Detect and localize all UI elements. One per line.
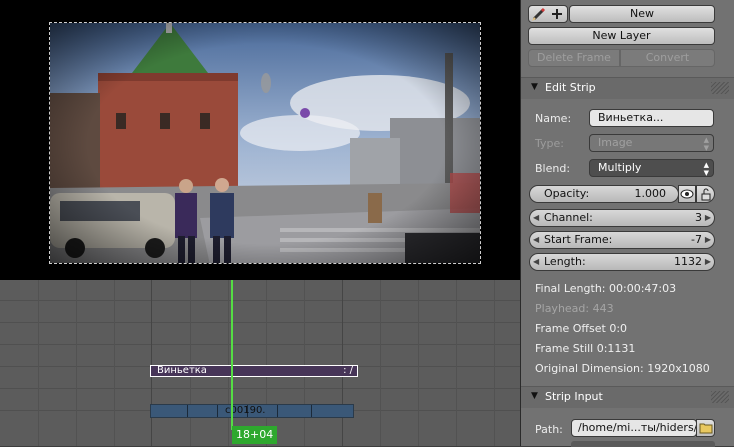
browse-folder-button[interactable] (696, 419, 715, 437)
image-strip[interactable]: Виньетка : / (150, 365, 358, 377)
channel-field[interactable]: ◀ Channel: 3 ▶ (529, 209, 715, 227)
strip-segment-divider (187, 405, 188, 417)
lock-icon (701, 188, 710, 201)
increment-arrow-icon[interactable]: ▶ (705, 232, 711, 248)
grease-pencil-button[interactable] (528, 5, 568, 23)
length-label: Length: (544, 255, 586, 268)
blend-select[interactable]: Multiply ▲ ▼ (589, 159, 714, 177)
grid-line (190, 280, 191, 446)
grid-line (266, 280, 267, 446)
playhead-text: Playhead: 443 (535, 302, 614, 315)
mute-toggle[interactable] (678, 185, 696, 203)
playhead-line[interactable] (231, 280, 233, 430)
type-label: Type: (535, 137, 564, 150)
increment-arrow-icon[interactable]: ▶ (705, 254, 711, 270)
preview-area[interactable] (0, 0, 520, 280)
new-layer-button[interactable]: New Layer (528, 27, 715, 45)
frame-offset-text: Frame Offset 0:0 (535, 322, 628, 335)
grid-line (114, 280, 115, 446)
select-arrows-icon: ▲ ▼ (703, 161, 709, 177)
preview-image (50, 23, 480, 263)
movie-strip[interactable]: c00190. (150, 404, 354, 418)
opacity-slider[interactable]: Opacity: 1.000 (529, 185, 679, 203)
frame-still-text: Frame Still 0:1131 (535, 342, 636, 355)
start-frame-field[interactable]: ◀ Start Frame: -7 ▶ (529, 231, 715, 249)
name-label: Name: (535, 112, 572, 125)
pencil-icon (532, 7, 562, 21)
panel-title: Strip Input (545, 390, 603, 403)
select-arrows-icon: ▲ ▼ (703, 136, 709, 152)
directory-field[interactable] (571, 441, 715, 447)
type-select[interactable]: Image ▲ ▼ (589, 134, 714, 152)
sequencer-timeline[interactable]: Виньетка : / c00190. 18+04 (0, 280, 520, 446)
grid-line (228, 280, 229, 446)
drag-grip-icon[interactable] (711, 82, 729, 94)
path-label: Path: (535, 423, 563, 436)
strip-segment-divider (311, 405, 312, 417)
folder-icon (699, 423, 712, 434)
grid-line (38, 280, 39, 446)
strip-input-panel-header[interactable]: ▼ Strip Input (521, 386, 734, 408)
new-button[interactable]: New (569, 5, 715, 23)
original-dimension-text: Original Dimension: 1920x1080 (535, 362, 710, 375)
final-length-text: Final Length: 00:00:47:03 (535, 282, 677, 295)
opacity-label: Opacity: (544, 187, 590, 200)
channel-divider (0, 300, 520, 301)
delete-frame-button[interactable]: Delete Frame (528, 49, 620, 67)
collapse-triangle-icon: ▼ (531, 391, 538, 401)
grid-line (456, 280, 457, 446)
grid-line (494, 280, 495, 446)
grid-line (342, 280, 343, 446)
blend-value: Multiply (598, 161, 642, 174)
grid-line (304, 280, 305, 446)
channel-value: 3 (695, 211, 702, 224)
decrement-arrow-icon[interactable]: ◀ (533, 210, 539, 226)
path-field[interactable]: /home/mi...ты/hiders/ (571, 419, 697, 437)
panel-title: Edit Strip (545, 81, 596, 94)
grid-line (76, 280, 77, 446)
decrement-arrow-icon[interactable]: ◀ (533, 232, 539, 248)
strip-segment-divider (277, 405, 278, 417)
length-field[interactable]: ◀ Length: 1132 ▶ (529, 253, 715, 271)
strip-end-marker: : / (343, 365, 353, 376)
grid-line (151, 280, 152, 446)
strip-segment-divider (217, 405, 218, 417)
channel-divider (0, 388, 520, 389)
increment-arrow-icon[interactable]: ▶ (705, 210, 711, 226)
channel-label: Channel: (544, 211, 593, 224)
current-frame-badge: 18+04 (232, 426, 278, 444)
collapse-triangle-icon: ▼ (531, 82, 538, 92)
eye-icon (680, 189, 694, 199)
edit-strip-panel-header[interactable]: ▼ Edit Strip (521, 77, 734, 99)
type-value: Image (598, 136, 633, 149)
opacity-value: 1.000 (634, 187, 667, 200)
preview-frame (49, 22, 481, 264)
channel-divider (0, 322, 520, 323)
grid-line (380, 280, 381, 446)
start-frame-value: -7 (691, 233, 702, 246)
convert-button[interactable]: Convert (620, 49, 715, 67)
strip-label: Виньетка (157, 365, 207, 376)
drag-grip-icon[interactable] (711, 391, 729, 403)
lock-toggle[interactable] (696, 185, 715, 203)
length-value: 1132 (674, 255, 702, 268)
blend-label: Blend: (535, 162, 571, 175)
start-frame-label: Start Frame: (544, 233, 613, 246)
grid-line (418, 280, 419, 446)
decrement-arrow-icon[interactable]: ◀ (533, 254, 539, 270)
properties-panel: New New Layer Delete Frame Convert ▼ Edi… (520, 0, 734, 447)
strip-name-field[interactable]: Виньетка... (589, 109, 714, 127)
channel-divider (0, 344, 520, 345)
